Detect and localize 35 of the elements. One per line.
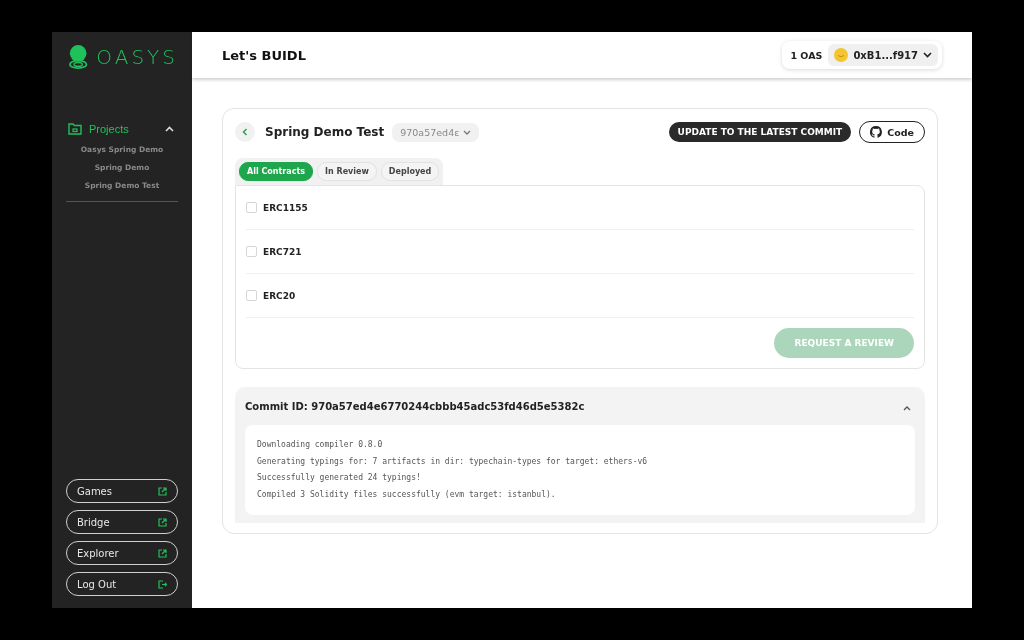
- log-line: Downloading compiler 0.8.0: [257, 439, 384, 451]
- chevron-up-icon: [165, 125, 174, 132]
- checkbox[interactable]: [246, 246, 257, 257]
- contract-name: ERC1155: [263, 202, 308, 213]
- contract-name: ERC721: [263, 246, 302, 257]
- external-link-icon: [158, 548, 167, 558]
- code-button[interactable]: Code: [859, 121, 925, 143]
- tab[interactable]: In Review: [317, 162, 377, 181]
- checkbox[interactable]: [246, 290, 257, 301]
- tab[interactable]: Deployed: [380, 162, 440, 181]
- project-name: Spring Demo Test: [265, 125, 385, 139]
- account-button[interactable]: 0xB1...f917: [828, 44, 938, 66]
- back-button[interactable]: [235, 122, 255, 142]
- chevron-up-icon: [903, 405, 911, 411]
- projects-toggle[interactable]: Projects: [66, 122, 178, 135]
- balance: 1 OAS: [790, 49, 823, 61]
- avatar-icon: [834, 48, 849, 62]
- logo-text: OASYS: [96, 45, 178, 69]
- folder-icon: [68, 122, 82, 135]
- contract-name: ERC20: [263, 290, 296, 301]
- update-button[interactable]: UPDATE TO THE LATEST COMMIT: [668, 122, 852, 142]
- commit-id: Commit ID: 970a57ed4e6770244cbbb45adc53fd46d5e5382c: [245, 400, 585, 412]
- external-link-icon: [158, 486, 167, 496]
- logout-icon: [158, 579, 167, 589]
- chevron-down-icon: [463, 129, 472, 135]
- page-title: Let's BUIDL: [222, 47, 306, 63]
- logo-icon: [68, 44, 89, 70]
- log-line: Successfully generated 24 typings!: [257, 472, 422, 484]
- chevron-left-icon: [242, 128, 248, 136]
- checkbox[interactable]: [246, 202, 257, 213]
- log-line: Generating typings for: 7 artifacts in dir: typechain-types for target: ethers-v6: [257, 455, 649, 468]
- log-line: Compiled 3 Solidity files successfully (evm target: istanbul).: [257, 488, 557, 501]
- github-icon: [870, 126, 883, 138]
- external-link-icon: [158, 517, 167, 527]
- chevron-down-icon: [923, 52, 932, 58]
